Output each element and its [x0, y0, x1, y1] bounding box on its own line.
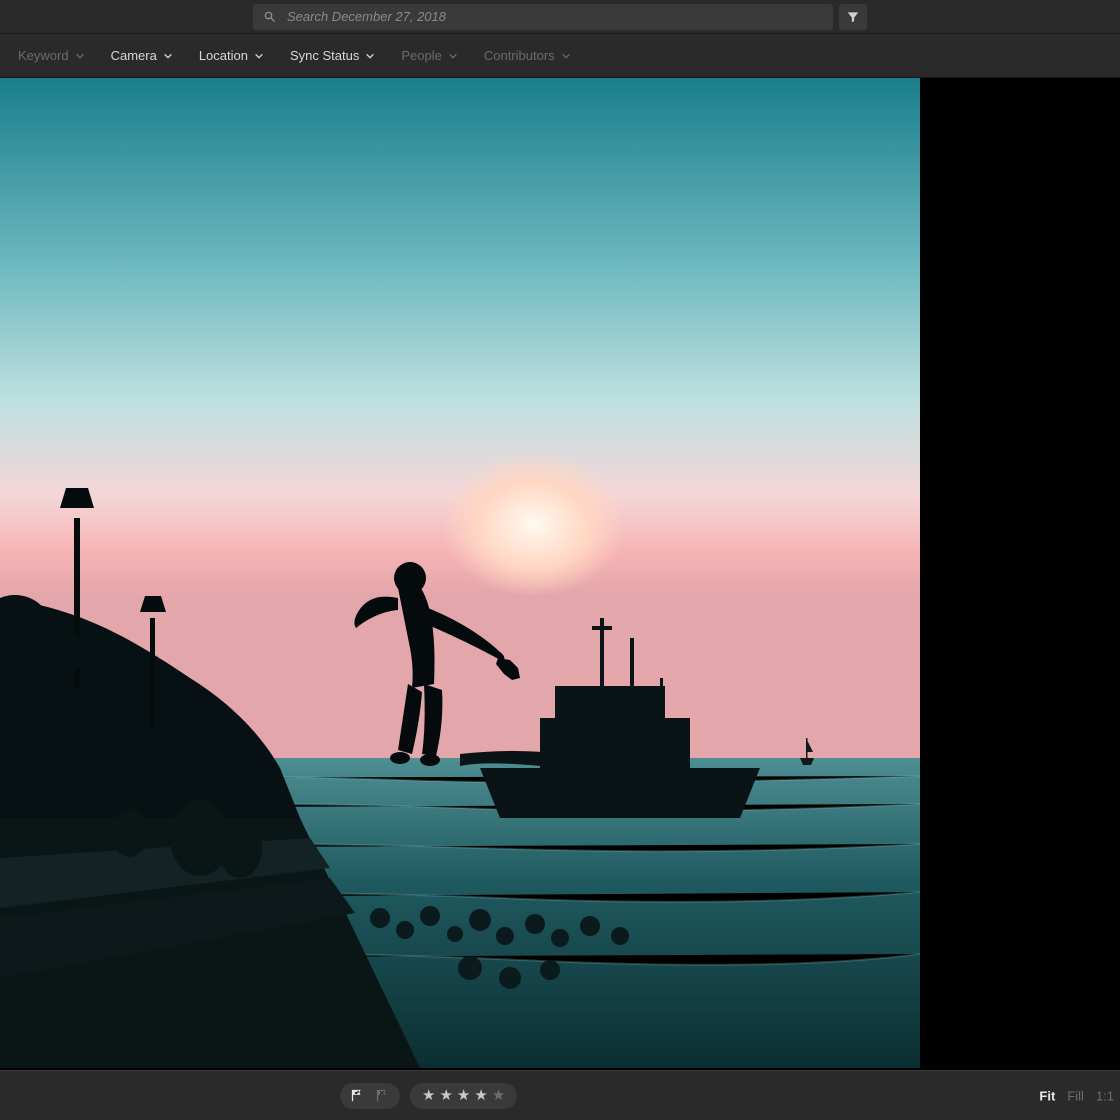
chevron-down-icon [365, 51, 375, 61]
chevron-down-icon [75, 51, 85, 61]
star-rating[interactable]: ★ ★ ★ ★ ★ [410, 1083, 517, 1109]
filter-keyword-label: Keyword [18, 48, 69, 63]
search-input[interactable] [287, 9, 823, 24]
zoom-1to1[interactable]: 1:1 [1096, 1088, 1114, 1103]
search-box[interactable] [253, 4, 833, 30]
search-row [0, 0, 1120, 34]
filter-people[interactable]: People [401, 48, 457, 63]
zoom-options: Fit Fill 1:1 [1039, 1088, 1114, 1103]
filter-camera[interactable]: Camera [111, 48, 173, 63]
image-canvas[interactable] [0, 78, 1120, 1070]
bottom-toolbar: ★ ★ ★ ★ ★ Fit Fill 1:1 [0, 1070, 1120, 1120]
star-4[interactable]: ★ [474, 1088, 487, 1103]
filter-funnel-button[interactable] [839, 4, 867, 30]
filter-contributors-label: Contributors [484, 48, 555, 63]
zoom-fit[interactable]: Fit [1039, 1088, 1055, 1103]
star-2[interactable]: ★ [439, 1088, 452, 1103]
flag-pick-icon [350, 1088, 365, 1103]
chevron-down-icon [561, 51, 571, 61]
funnel-icon [846, 10, 860, 24]
filter-contributors[interactable]: Contributors [484, 48, 571, 63]
filter-keyword[interactable]: Keyword [18, 48, 85, 63]
star-1[interactable]: ★ [422, 1088, 435, 1103]
star-3[interactable]: ★ [457, 1088, 470, 1103]
filter-sync-status[interactable]: Sync Status [290, 48, 375, 63]
filter-row: Keyword Camera Location Sync Status Peop… [0, 34, 1120, 78]
photo-preview [0, 78, 920, 1068]
filter-location[interactable]: Location [199, 48, 264, 63]
filter-people-label: People [401, 48, 441, 63]
rating-flag-group: ★ ★ ★ ★ ★ [340, 1083, 517, 1109]
chevron-down-icon [254, 51, 264, 61]
search-icon [263, 10, 277, 24]
chevron-down-icon [448, 51, 458, 61]
filter-sync-status-label: Sync Status [290, 48, 359, 63]
filter-camera-label: Camera [111, 48, 157, 63]
flag-reject-icon [375, 1088, 390, 1103]
flag-toggle[interactable] [340, 1083, 400, 1109]
zoom-fill[interactable]: Fill [1067, 1088, 1084, 1103]
chevron-down-icon [163, 51, 173, 61]
filter-location-label: Location [199, 48, 248, 63]
star-5[interactable]: ★ [492, 1088, 505, 1103]
